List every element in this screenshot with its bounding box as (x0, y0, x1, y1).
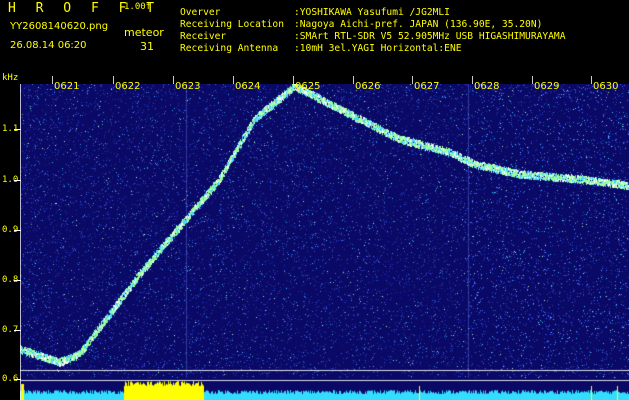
time-tick (173, 76, 174, 84)
freq-tick (14, 129, 21, 130)
waterfall-canvas (20, 84, 629, 400)
info-key: Receiving Antenna (180, 43, 279, 54)
info-antenna: Receiving Antenna :10mH 3el.YAGI Horizont… (180, 43, 462, 54)
info-value: :Nagoya Aichi-pref. JAPAN (136.90E, 35.2… (294, 19, 543, 30)
time-label: 0624 (235, 81, 261, 92)
info-key: Receiver (180, 31, 227, 42)
meteor-label: meteor (124, 26, 164, 39)
time-label: 0629 (534, 81, 560, 92)
time-tick (353, 76, 354, 84)
time-label: 0626 (355, 81, 381, 92)
freq-unit-label: kHz (2, 73, 19, 83)
info-key: Receiving Location (180, 19, 284, 30)
time-label: 0623 (175, 81, 201, 92)
version-label: 1.00f (124, 2, 152, 12)
time-label: 0627 (414, 81, 440, 92)
time-label: 0621 (54, 81, 80, 92)
time-tick (233, 76, 234, 84)
time-tick (591, 76, 592, 84)
time-tick (412, 76, 413, 84)
time-label: 0625 (295, 81, 321, 92)
waterfall-plot: kHz 1.1 1.0 0.9 0.8 0.7 0.6 0621 0622 06… (0, 72, 629, 400)
time-tick (532, 76, 533, 84)
info-value: :SMArt RTL-SDR V5 52.905MHz USB HIGASHIM… (294, 31, 566, 42)
info-observer: Overver :YOSHIKAWA Yasufumi /JG2MLI (180, 7, 450, 18)
plot-left-border (20, 84, 21, 400)
freq-tick (14, 230, 21, 231)
info-key: Overver (180, 7, 221, 18)
info-location: Receiving Location :Nagoya Aichi-pref. JA… (180, 19, 542, 30)
capture-datetime: 26.08.14 06:20 (10, 40, 87, 51)
time-label: 0622 (115, 81, 141, 92)
time-label: 0630 (593, 81, 619, 92)
info-receiver: Receiver :SMArt RTL-SDR V5 52.905MHz USB … (180, 31, 565, 42)
file-name: YY2608140620.png (10, 21, 109, 32)
freq-tick (14, 280, 21, 281)
time-tick (113, 76, 114, 84)
time-tick (52, 76, 53, 84)
time-label: 0628 (474, 81, 500, 92)
time-tick (472, 76, 473, 84)
freq-tick (14, 330, 21, 331)
meteor-count: 31 (140, 40, 154, 53)
freq-tick (14, 379, 21, 380)
time-tick (293, 76, 294, 84)
freq-tick (14, 180, 21, 181)
info-value: :10mH 3el.YAGI Horizontal:ENE (294, 43, 462, 54)
info-value: :YOSHIKAWA Yasufumi /JG2MLI (294, 7, 450, 18)
